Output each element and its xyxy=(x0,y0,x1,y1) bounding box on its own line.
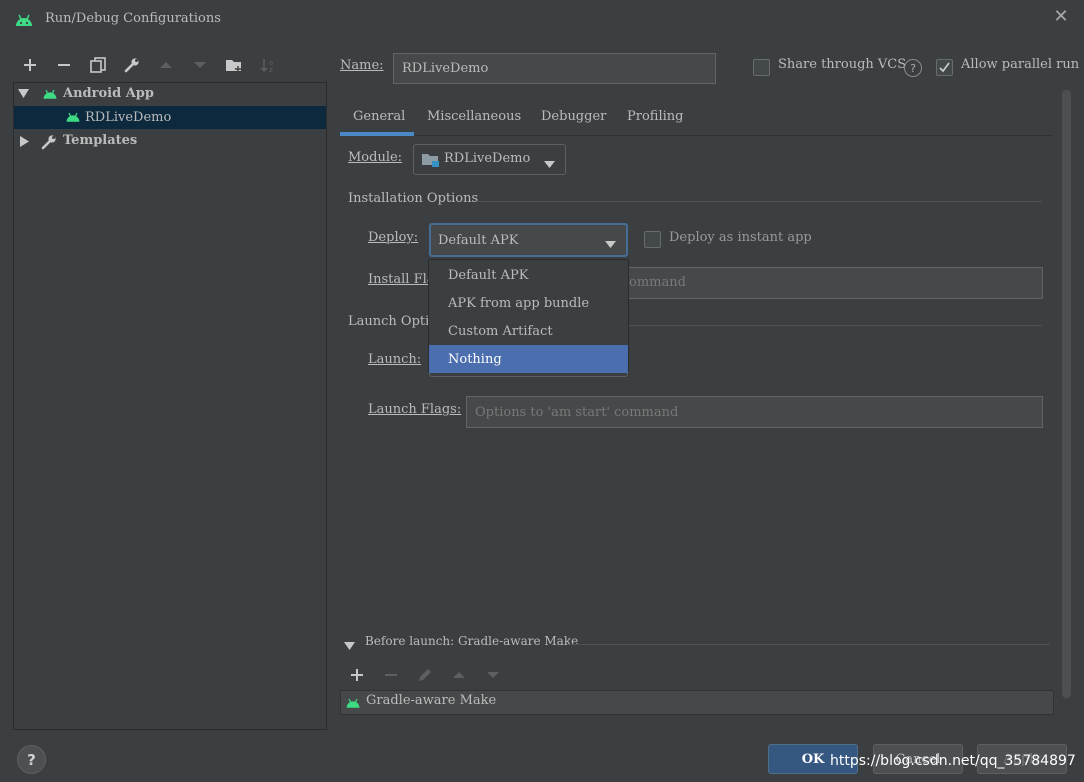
allow-parallel-checkbox[interactable] xyxy=(936,59,953,76)
module-value: RDLiveDemo xyxy=(444,151,531,166)
tab-general[interactable]: General xyxy=(353,96,405,136)
tab-debugger[interactable]: Debugger xyxy=(541,96,606,136)
window-title: Run/Debug Configurations xyxy=(45,11,221,26)
deploy-combo[interactable]: Default APK xyxy=(429,223,628,257)
vertical-scrollbar[interactable] xyxy=(1062,90,1071,698)
deploy-instant-checkbox[interactable] xyxy=(644,231,661,248)
tab-profiling[interactable]: Profiling xyxy=(627,96,683,136)
deploy-option-nothing[interactable]: Nothing xyxy=(429,345,628,373)
collapsed-arrow-icon[interactable] xyxy=(19,136,29,151)
expanded-arrow-icon[interactable] xyxy=(18,88,29,103)
launch-label: Launch: xyxy=(368,352,422,367)
launch-flags-field[interactable]: Options to 'am start' command xyxy=(466,396,1043,428)
copy-icon[interactable] xyxy=(87,54,109,76)
share-vcs-label: Share through VCS xyxy=(778,57,907,72)
move-down-icon xyxy=(482,664,504,686)
module-folder-icon xyxy=(422,152,440,172)
help-icon[interactable]: ? xyxy=(904,59,922,77)
module-combo[interactable]: RDLiveDemo xyxy=(413,144,566,175)
android-icon xyxy=(14,13,34,27)
chevron-down-icon xyxy=(605,237,616,252)
android-icon xyxy=(42,88,58,104)
install-flags-label: Install Fla xyxy=(368,272,435,287)
name-field[interactable]: RDLiveDemo xyxy=(393,53,716,84)
deploy-option-default-apk[interactable]: Default APK xyxy=(429,261,628,289)
deploy-value: Default APK xyxy=(438,232,519,248)
launch-flags-placeholder: Options to 'am start' command xyxy=(475,404,679,420)
help-button[interactable]: ? xyxy=(17,745,46,774)
deploy-dropdown-popup: Default APK APK from app bundle Custom A… xyxy=(428,259,629,373)
wrench-icon xyxy=(41,134,57,154)
move-down-icon xyxy=(189,54,211,76)
share-vcs-checkbox[interactable] xyxy=(753,59,770,76)
android-icon xyxy=(345,697,361,713)
wrench-icon[interactable] xyxy=(121,54,143,76)
move-up-icon xyxy=(448,664,470,686)
task-label: Gradle-aware Make xyxy=(366,693,497,708)
move-up-icon xyxy=(155,54,177,76)
install-flags-placeholder: ommand xyxy=(629,275,686,290)
deploy-option-apk-from-bundle[interactable]: APK from app bundle xyxy=(429,289,628,317)
section-separator xyxy=(476,201,1042,202)
remove-task-icon xyxy=(380,664,402,686)
tree-group-label: Android App xyxy=(63,86,154,101)
tree-item-rdlivedemo[interactable]: RDLiveDemo xyxy=(14,106,326,129)
chevron-down-icon xyxy=(544,157,555,172)
tree-group-templates[interactable]: Templates xyxy=(14,130,326,153)
collapse-arrow-icon[interactable] xyxy=(344,639,355,654)
active-tab-indicator xyxy=(340,132,414,136)
installation-options-label: Installation Options xyxy=(348,191,479,206)
android-icon xyxy=(65,111,81,127)
before-launch-title: Before launch: Gradle-aware Make xyxy=(365,634,579,648)
new-folder-icon[interactable] xyxy=(223,54,245,76)
sort-icon: az xyxy=(257,54,279,76)
before-launch-task-list: Gradle-aware Make xyxy=(340,690,1054,715)
tree-templates-label: Templates xyxy=(63,133,138,148)
module-label: Module: xyxy=(348,150,403,165)
configurations-tree: Android App RDLiveDemo Templates xyxy=(13,82,327,730)
checkmark-icon xyxy=(939,62,950,73)
add-task-icon[interactable] xyxy=(346,664,368,686)
name-label: Name: xyxy=(340,58,384,73)
tree-item-label: RDLiveDemo xyxy=(85,110,172,125)
deploy-instant-label: Deploy as instant app xyxy=(669,230,812,245)
remove-icon[interactable] xyxy=(53,54,75,76)
tree-group-android-app[interactable]: Android App xyxy=(14,83,326,106)
watermark-text: https://blog.csdn.net/qq_35784897 xyxy=(830,753,1076,769)
deploy-option-custom-artifact[interactable]: Custom Artifact xyxy=(429,317,628,345)
list-item[interactable]: Gradle-aware Make xyxy=(341,691,1053,714)
tabs-border xyxy=(340,135,1053,136)
deploy-label: Deploy: xyxy=(368,230,419,245)
launch-flags-label: Launch Flags: xyxy=(368,402,462,417)
section-separator xyxy=(568,644,1050,645)
tab-miscellaneous[interactable]: Miscellaneous xyxy=(427,96,521,136)
add-icon[interactable] xyxy=(19,54,41,76)
launch-options-label: Launch Optio xyxy=(348,314,438,329)
close-icon[interactable]: ✕ xyxy=(1051,7,1071,27)
svg-text:z: z xyxy=(269,66,273,73)
section-separator xyxy=(629,325,1042,326)
allow-parallel-label: Allow parallel run xyxy=(961,57,1080,72)
name-value: RDLiveDemo xyxy=(402,61,489,76)
edit-task-icon xyxy=(414,664,436,686)
